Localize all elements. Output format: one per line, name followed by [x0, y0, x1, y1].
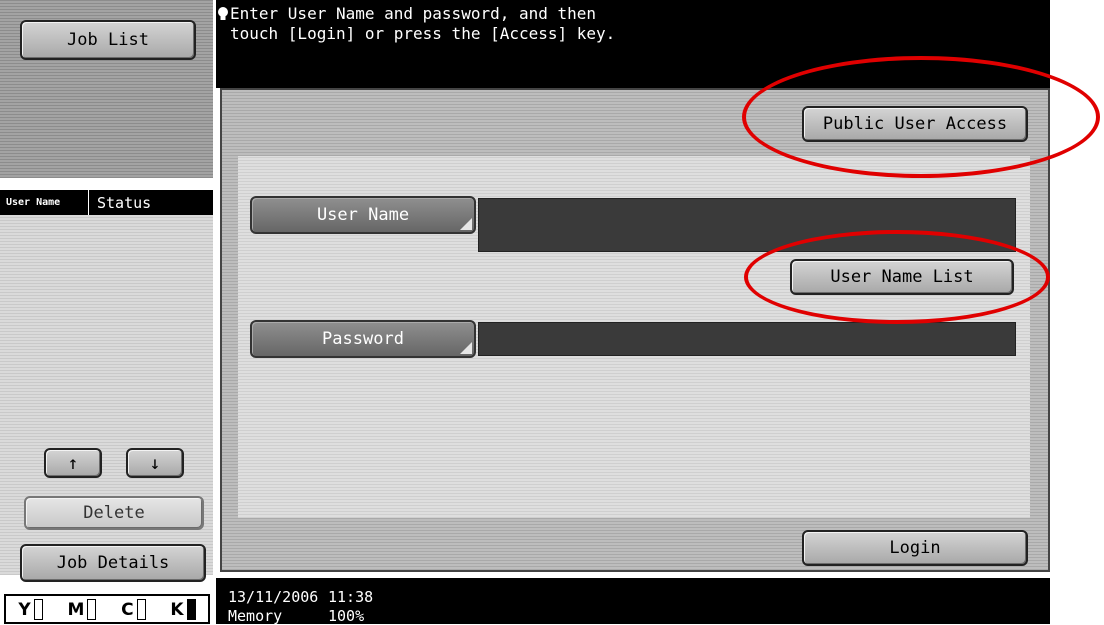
info-bulb-icon — [216, 6, 230, 22]
toner-magenta: M — [67, 598, 97, 620]
login-button[interactable]: Login — [802, 530, 1028, 566]
column-status: Status — [88, 190, 151, 216]
arrow-down-icon: ↓ — [149, 452, 161, 474]
user-name-button[interactable]: User Name — [250, 196, 476, 234]
job-details-button[interactable]: Job Details — [20, 544, 206, 582]
annotation-oval-public-user-access — [742, 56, 1100, 178]
message-line-2: touch [Login] or press the [Access] key. — [230, 24, 616, 43]
annotation-oval-user-name-list — [744, 230, 1050, 324]
job-list-button[interactable]: Job List — [20, 20, 196, 60]
memory-label: Memory — [228, 607, 283, 625]
user-name-button-label: User Name — [316, 205, 410, 225]
toner-yellow: Y — [18, 598, 43, 620]
password-button[interactable]: Password — [250, 320, 476, 358]
job-list-header: User Name Status — [0, 190, 213, 216]
delete-button[interactable]: Delete — [24, 496, 204, 530]
status-time: 11:38 — [328, 588, 374, 606]
toner-black: K — [170, 598, 196, 620]
memory-value: 100% — [328, 607, 365, 625]
password-field[interactable] — [478, 322, 1016, 356]
message-line-1: Enter User Name and password, and then — [230, 4, 597, 23]
status-date: 13/11/2006 — [228, 588, 319, 606]
scroll-down-button[interactable]: ↓ — [126, 448, 184, 478]
status-bar: 13/11/2006 11:38 Memory 100% — [216, 578, 1050, 625]
password-button-label: Password — [322, 329, 404, 349]
arrow-up-icon: ↑ — [67, 452, 79, 474]
toner-levels: Y M C K — [4, 594, 210, 624]
toner-cyan: C — [121, 598, 146, 620]
scroll-up-button[interactable]: ↑ — [44, 448, 102, 478]
column-user-name: User Name — [6, 197, 61, 208]
